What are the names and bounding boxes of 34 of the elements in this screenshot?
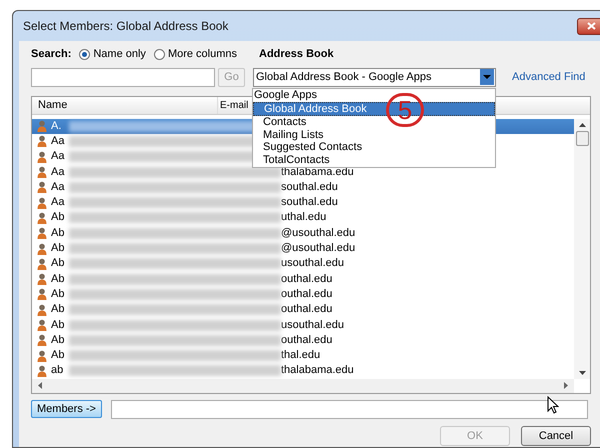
contact-name: Ab [51,320,66,330]
contact-name: ab [51,365,64,376]
contact-email: outhal.edu [281,274,332,285]
contact-name: Ab [51,350,66,362]
contact-name: A. [51,120,62,132]
contact-name: Aa [51,166,66,178]
contact-email: usouthal.edu [281,320,344,330]
window-title: Select Members: Global Address Book [23,18,228,35]
contact-name: Ab [51,304,66,316]
contact-email: thalabama.edu [281,365,354,376]
contact-email: thalabama.edu [281,166,354,178]
contact-name: Ab [51,288,66,300]
contact-name: Aa [51,136,66,147]
contact-name: Aa [51,182,66,193]
search-label: Search: [31,46,72,62]
contact-email: usouthal.edu [281,258,344,270]
contact-name: Ab [51,334,66,346]
contact-name: Ab [51,243,66,254]
contact-name: Ab [51,258,66,270]
contact-email: southal.edu [281,182,338,193]
contact-name: Ab [51,274,66,285]
contact-email: @usouthal.edu [281,228,356,239]
contact-email: southal.edu [281,197,338,208]
address-book-label: Address Book [259,46,334,62]
contact-email: outhal.edu [281,304,332,316]
contact-email: thal.edu [281,350,320,362]
contact-name: Aa [51,197,66,208]
contact-name: Ab [51,228,66,239]
contact-email: outhal.edu [281,288,332,300]
contact-email: @usouthal.edu [281,243,356,254]
contact-email: uthal.edu [281,212,326,224]
contact-email: outhal.edu [281,334,332,346]
contact-name: Ab [51,212,66,224]
contact-name: Aa [51,151,66,162]
